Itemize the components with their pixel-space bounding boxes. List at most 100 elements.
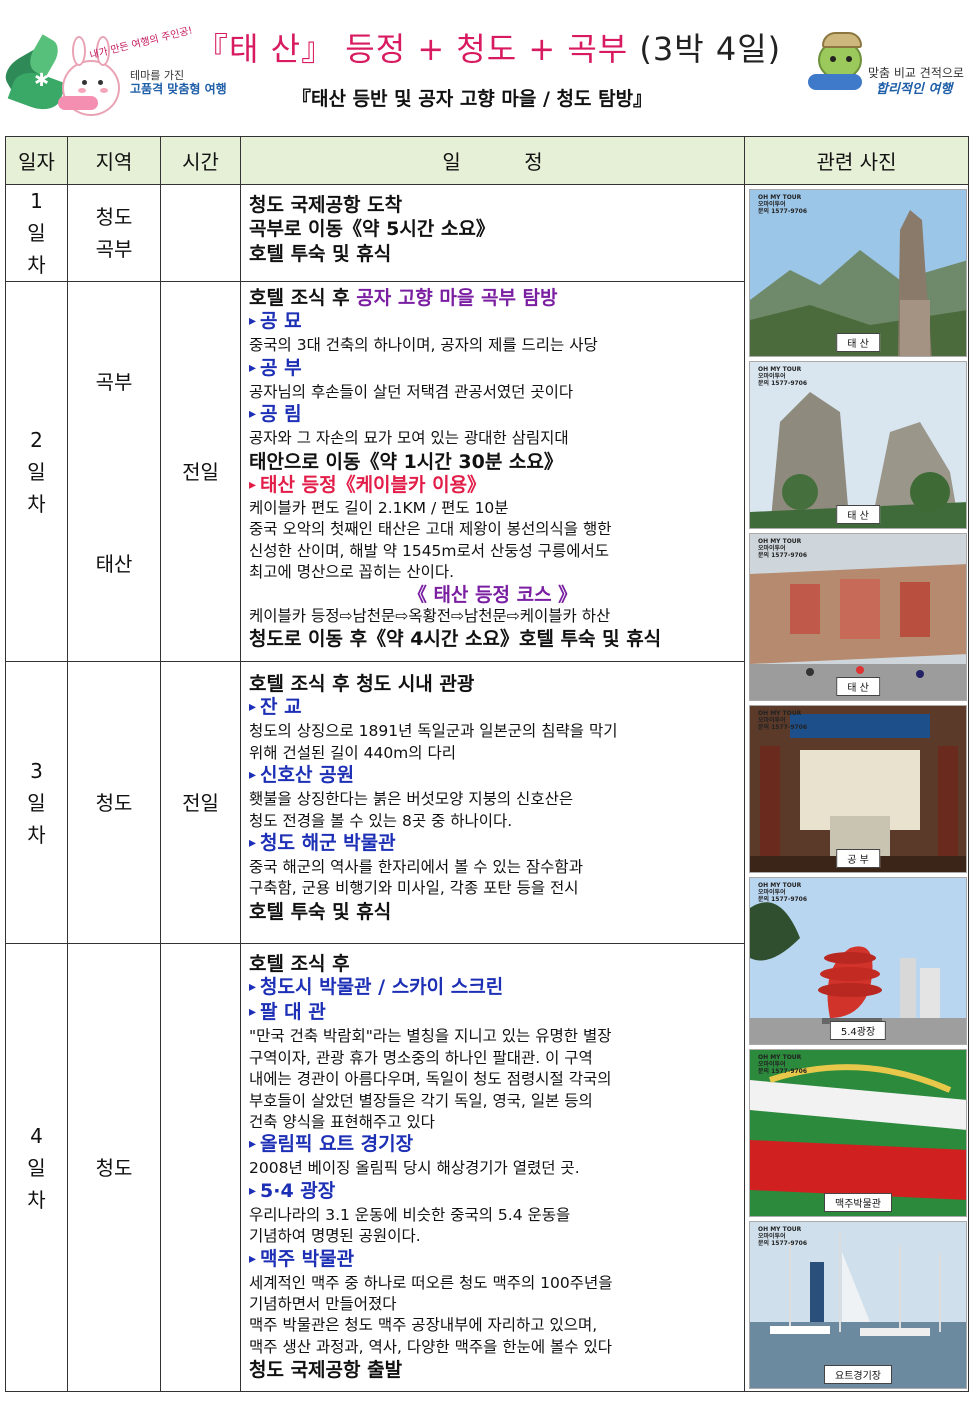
schedule-heading: 잔 교	[249, 696, 736, 721]
day-3-schedule: 호텔 조식 후 청도 시내 관광잔 교청도의 상징으로 1891년 독일군과 일…	[240, 661, 745, 944]
header-day: 일자	[5, 136, 68, 185]
schedule-line: 호텔 조식 후 청도 시내 관광	[249, 673, 475, 695]
day-4-region: 청도	[67, 943, 161, 1392]
schedule-heading: 공 림	[249, 403, 736, 428]
photo-watermark: OH MY TOUR 오마이투어 문의 1577-9706	[758, 710, 808, 731]
schedule-heading: 올림픽 요트 경기장	[249, 1133, 736, 1158]
day-2-schedule: 호텔 조식 후 공자 고향 마을 곡부 탐방 공 묘중국의 3대 건축의 하나이…	[240, 281, 745, 662]
schedule-line: 청도 전경을 볼 수 있는 8곳 중 하나이다.	[249, 811, 513, 830]
schedule-heading: 맥주 박물관	[249, 1248, 736, 1273]
day-3-time: 전일	[160, 661, 241, 944]
schedule-line: 내에는 경관이 아름다우며, 독일이 청도 점령시절 각국의	[249, 1070, 612, 1089]
photo-watermark: OH MY TOUR 오마이투어 문의 1577-9706	[758, 882, 808, 903]
table-row-day-1: 1일차 청도 곡부 청도 국제공항 도착 곡부로 이동《약 5시간 소요》 호텔 투숙…	[5, 184, 969, 1392]
red-sculpture-photo: OH MY TOUR 오마이투어 문의 1577-9706 5.4광장	[749, 877, 967, 1045]
schedule-line: 공자님의 후손들이 살던 저택겸 관공서였던 곳이다	[249, 382, 574, 401]
schedule-line: 중국 오악의 첫째인 태산은 고대 제왕이 봉선의식을 행한	[249, 520, 612, 539]
day-2-label: 2일차	[5, 281, 68, 662]
day-2-lead: 호텔 조식 후 공자 고향 마을 곡부 탐방	[249, 287, 558, 309]
header-photos: 관련 사진	[744, 136, 969, 185]
schedule-line: 태안으로 이동《약 1시간 30분 소요》	[249, 450, 563, 473]
day-4-time	[160, 943, 241, 1392]
photo-image	[750, 878, 966, 1044]
itinerary-table: 일자 지역 시간 일 정 관련 사진 1일차 청도 곡부 청도 국제공항 도착 곡부…	[5, 136, 969, 1392]
photo-caption: 태 산	[836, 333, 880, 352]
schedule-heading: 청도 해군 박물관	[249, 832, 736, 857]
photo-caption: 태 산	[836, 505, 880, 524]
photo-image	[750, 1050, 966, 1216]
photo-image	[750, 534, 966, 700]
schedule-line: 청도로 이동 후《약 4시간 소요》호텔 투숙 및 휴식	[249, 628, 662, 651]
schedule-line: 맥주 생산 과정과, 역사, 다양한 맥주을 한눈에 볼수 있다	[249, 1337, 612, 1356]
table-header-row: 일자 지역 시간 일 정 관련 사진	[5, 136, 969, 185]
schedule-line: 공자와 그 자손의 묘가 모여 있는 광대한 삼림지대	[249, 429, 569, 448]
schedule-line: 중국 해군의 역사를 한자리에서 볼 수 있는 잠수함과	[249, 858, 583, 877]
temple-hall-photo: OH MY TOUR 오마이투어 문의 1577-9706 공 부	[749, 705, 967, 873]
schedule-line: 청도 국제공항 출발	[249, 1359, 403, 1382]
schedule-line: 호텔 조식 후	[249, 953, 350, 975]
day-1-schedule: 청도 국제공항 도착 곡부로 이동《약 5시간 소요》 호텔 투숙 및 휴식	[240, 184, 745, 282]
airplane-icon	[808, 74, 862, 90]
schedule-line: 케이블카 편도 길이 2.1KM / 편도 10분	[249, 499, 509, 518]
theme-line-2: 고품격 맞춤형 여행	[130, 82, 227, 96]
day-2-region-a: 곡부	[95, 370, 133, 394]
day-1-label: 1일차	[5, 184, 68, 282]
schedule-heading: 5·4 광장	[249, 1180, 736, 1205]
page-title: 『태 산』 등정 + 청도 + 곡부 (3박 4일)	[196, 30, 782, 68]
schedule-heading: 태산 등정《케이블카 이용》	[249, 474, 736, 498]
photo-watermark: OH MY TOUR 오마이투어 문의 1577-9706	[758, 538, 808, 559]
schedule-heading: 신호산 공원	[249, 764, 736, 789]
day-2-region-b: 태산	[95, 552, 133, 576]
day-4-label: 4일차	[5, 943, 68, 1392]
day-2-time: 전일	[160, 281, 241, 662]
schedule-line: 신성한 산이며, 해발 약 1545m로서 산둥성 구릉에서도	[249, 541, 609, 560]
photo-caption: 공 부	[836, 849, 880, 868]
schedule-heading: 팔 대 관	[249, 1001, 736, 1026]
day-3-region: 청도	[67, 661, 161, 944]
schedule-line: 케이블카 등정⇨남천문⇨옥황전⇨남천문⇨케이블카 하산	[249, 606, 611, 625]
schedule-line: 맥주 박물관은 청도 맥주 공장내부에 자리하고 있으며,	[249, 1316, 598, 1335]
schedule-line: 호텔 투숙 및 휴식	[249, 242, 392, 265]
carved-cliff-photo: OH MY TOUR 오마이투어 문의 1577-9706 태 산	[749, 533, 967, 701]
schedule-line: 곡부로 이동《약 5시간 소요》	[249, 218, 495, 241]
photo-image	[750, 1222, 966, 1388]
mountain-peak-photo: OH MY TOUR 오마이투어 문의 1577-9706 태 산	[749, 189, 967, 357]
photo-watermark: OH MY TOUR 오마이투어 문의 1577-9706	[758, 194, 808, 215]
schedule-line: 청도의 상징으로 1891년 독일군과 일본군의 침략을 막기	[249, 722, 618, 741]
schedule-line: 구축함, 군용 비행기와 미사일, 각종 포탄 등을 전시	[249, 879, 579, 898]
photo-image	[750, 706, 966, 872]
schedule-line: 부호들이 살았던 별장들은 각기 독일, 영국, 일본 등의	[249, 1091, 593, 1110]
rock-cliff-photo: OH MY TOUR 오마이투어 문의 1577-9706 태 산	[749, 361, 967, 529]
photo-image	[750, 362, 966, 528]
photo-column: OH MY TOUR 오마이투어 문의 1577-9706 태 산 OH MY TOUR…	[744, 184, 969, 1392]
header-schedule: 일 정	[240, 136, 745, 185]
schedule-line: 위해 건설된 길이 440m의 다리	[249, 743, 456, 762]
schedule-heading: 청도시 박물관 / 스카이 스크린	[249, 976, 736, 1001]
header-time: 시간	[160, 136, 241, 185]
schedule-line: 중국의 3대 건축의 하나이며, 공자의 제를 드리는 사당	[249, 336, 598, 355]
photo-watermark: OH MY TOUR 오마이투어 문의 1577-9706	[758, 1226, 808, 1247]
schedule-line: 구역이자, 관광 휴가 명소중의 하나인 팔대관. 이 구역	[249, 1048, 593, 1067]
day-3-label: 3일차	[5, 661, 68, 944]
yacht-harbor-photo: OH MY TOUR 오마이투어 문의 1577-9706 요트경기장	[749, 1221, 967, 1389]
schedule-line: "만국 건축 박람회"라는 별칭을 지니고 있는 유명한 별장	[249, 1027, 612, 1046]
schedule-heading: 공 묘	[249, 310, 736, 335]
schedule-line: 기념하면서 만들어졌다	[249, 1295, 397, 1314]
page-header: ✱ 내가 만든 여행의 주인공! 테마를 가진 고품격 맞춤형 여행 『태 산』…	[0, 0, 970, 122]
photo-caption: 태 산	[836, 677, 880, 696]
day-1-region: 청도 곡부	[67, 184, 161, 282]
schedule-heading: 공 부	[249, 357, 736, 382]
schedule-line: 기념하여 명명된 공원이다.	[249, 1227, 421, 1246]
photo-watermark: OH MY TOUR 오마이투어 문의 1577-9706	[758, 1054, 808, 1075]
header-region: 지역	[67, 136, 161, 185]
photo-caption: 요트경기장	[824, 1365, 892, 1384]
flower-icon: ✱	[34, 70, 50, 91]
schedule-line: 청도 국제공항 도착	[249, 194, 403, 216]
photo-image	[750, 190, 966, 356]
schedule-line: 우리나라의 3.1 운동에 비슷한 중국의 5.4 운동을	[249, 1205, 571, 1224]
beer-can-photo: OH MY TOUR 오마이투어 문의 1577-9706 맥주박물관	[749, 1049, 967, 1217]
day-2-region: 곡부 태산	[67, 281, 161, 662]
day-4-schedule: 호텔 조식 후청도시 박물관 / 스카이 스크린팔 대 관"만국 건축 박람회"…	[240, 943, 745, 1392]
schedule-line: 《 태산 등정 코스 》	[407, 583, 578, 606]
schedule-line: 2008년 베이징 올림픽 당시 해상경기가 열렸던 곳.	[249, 1159, 580, 1178]
